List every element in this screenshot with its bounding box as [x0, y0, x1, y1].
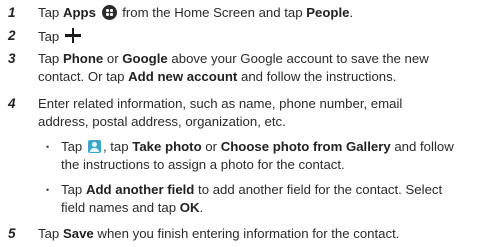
contact-photo-icon	[87, 140, 101, 153]
text-run: contact. Or tap	[38, 69, 129, 84]
step-text: Tap Apps from the Home Screen and tap Pe…	[38, 4, 472, 22]
plus-icon	[64, 27, 81, 43]
text-run: Tap	[61, 139, 86, 154]
bullet-text: Tap , tap Take photo or Choose photo fro…	[61, 138, 472, 174]
people-label: People	[306, 5, 350, 20]
step-3: 3 Tap Phone or Google above your Google …	[0, 50, 478, 88]
step-text: Tap Save when you finish entering inform…	[38, 225, 472, 243]
text-run: and follow	[390, 139, 454, 154]
text-run: to add another field for the contact. Se…	[194, 182, 443, 197]
google-label: Google	[122, 51, 168, 66]
bullet-glyph: •	[46, 142, 50, 152]
text-run: and follow the instructions.	[237, 69, 397, 84]
text-run: Tap	[38, 226, 63, 241]
text-run: , tap	[102, 139, 133, 154]
step-5: 5 Tap Save when you finish entering info…	[0, 225, 478, 243]
text-run: Enter related information, such as name,…	[38, 96, 403, 111]
apps-label: Apps	[62, 5, 96, 20]
bullet-item-photo: • Tap , tap Take photo or Choose photo f…	[38, 138, 472, 176]
ok-label: OK	[179, 200, 200, 215]
text-run: or	[201, 139, 221, 154]
text-run: Tap	[61, 182, 86, 197]
step-2: 2 Tap	[0, 27, 478, 45]
save-label: Save	[62, 226, 94, 241]
text-run: field names and tap	[61, 200, 180, 215]
bullet-glyph: •	[46, 185, 50, 195]
text-run: Tap	[38, 29, 63, 44]
step-number: 2	[8, 28, 16, 43]
text-run: or	[103, 51, 123, 66]
text-run: address, postal address, organization, e…	[38, 114, 286, 129]
text-run: from the Home Screen and tap	[122, 5, 307, 20]
text-run: Tap	[38, 5, 63, 20]
take-photo-label: Take photo	[132, 139, 202, 154]
text-run: the instructions to assign a photo for t…	[61, 157, 345, 172]
bullet-text: Tap Add another field to add another fie…	[61, 181, 472, 217]
step-number: 4	[8, 96, 16, 111]
instructions-document: 1 Tap Apps from the Home Screen and tap …	[0, 0, 478, 247]
text-run: Tap	[38, 51, 63, 66]
apps-icon	[101, 5, 117, 20]
step-text: Tap Phone or Google above your Google ac…	[38, 50, 472, 86]
text-run: .	[199, 200, 204, 215]
add-new-account-label: Add new account	[128, 69, 238, 84]
step-number: 1	[8, 5, 16, 20]
step-number: 3	[8, 51, 16, 66]
step-4: 4 Enter related information, such as nam…	[0, 95, 478, 133]
step-text: Tap	[38, 27, 472, 46]
text-run: when you finish entering information for…	[93, 226, 400, 241]
text-run: above your Google account to save the ne…	[167, 51, 429, 66]
text-run: .	[349, 5, 354, 20]
add-another-field-label: Add another field	[85, 182, 195, 197]
step-number: 5	[8, 226, 16, 241]
choose-photo-label: Choose photo from Gallery	[220, 139, 391, 154]
bullet-item-add-field: • Tap Add another field to add another f…	[38, 181, 472, 219]
step-text: Enter related information, such as name,…	[38, 95, 472, 131]
step-1: 1 Tap Apps from the Home Screen and tap …	[0, 4, 478, 22]
phone-label: Phone	[62, 51, 104, 66]
